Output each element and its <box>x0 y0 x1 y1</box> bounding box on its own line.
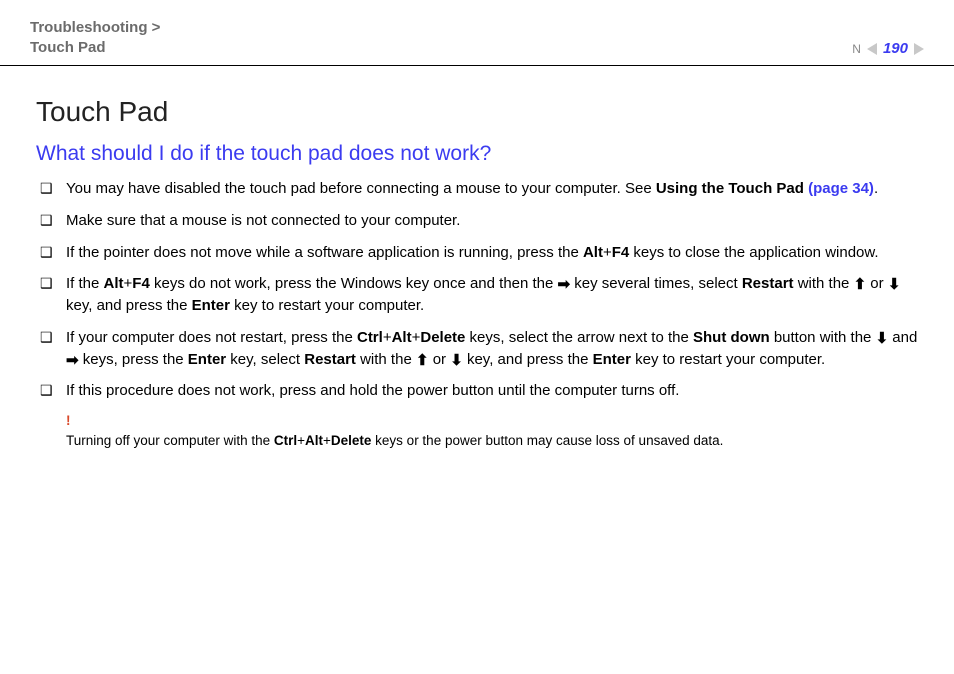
text: If the <box>66 275 104 292</box>
key-alt: Alt <box>305 433 323 448</box>
pager: N 190 <box>852 40 924 57</box>
plus: + <box>383 329 392 346</box>
key-shut-down: Shut down <box>693 329 770 346</box>
text: key several times, select <box>570 275 742 292</box>
key-f4: F4 <box>612 244 630 261</box>
arrow-down-icon: ⬇ <box>450 353 463 368</box>
text: Turning off your computer with the <box>66 433 274 448</box>
text: If this procedure does not work, press a… <box>66 382 679 399</box>
list-item: Make sure that a mouse is not connected … <box>36 210 918 232</box>
key-alt: Alt <box>392 329 412 346</box>
prev-page-icon[interactable] <box>867 43 877 55</box>
key-delete: Delete <box>331 433 372 448</box>
key-delete: Delete <box>420 329 465 346</box>
text: key to restart your computer. <box>631 351 825 368</box>
key-restart: Restart <box>742 275 794 292</box>
plus: + <box>603 244 612 261</box>
warning-note: ! Turning off your computer with the Ctr… <box>36 412 918 451</box>
plus: + <box>297 433 305 448</box>
text: button with the <box>770 329 876 346</box>
plus: + <box>124 275 133 292</box>
warning-icon: ! <box>66 412 918 431</box>
text: with the <box>794 275 854 292</box>
list-item: You may have disabled the touch pad befo… <box>36 178 918 200</box>
document-page: Troubleshooting > Touch Pad N 190 Touch … <box>0 0 954 674</box>
text: or <box>866 275 888 292</box>
key-restart: Restart <box>304 351 356 368</box>
text: If the pointer does not move while a sof… <box>66 244 583 261</box>
next-page-icon[interactable] <box>914 43 924 55</box>
key-alt: Alt <box>104 275 124 292</box>
key-ctrl: Ctrl <box>274 433 297 448</box>
key-enter: Enter <box>188 351 226 368</box>
text: keys to close the application window. <box>629 244 878 261</box>
key-enter: Enter <box>192 297 230 314</box>
text: key, and press the <box>463 351 593 368</box>
breadcrumb-line1: Troubleshooting > <box>30 19 160 36</box>
breadcrumb: Troubleshooting > Touch Pad <box>30 18 160 57</box>
key-enter: Enter <box>593 351 631 368</box>
arrow-down-icon: ⬇ <box>888 277 901 292</box>
text: key, select <box>226 351 304 368</box>
list-item: If your computer does not restart, press… <box>36 327 918 371</box>
list-item: If the Alt+F4 keys do not work, press th… <box>36 273 918 317</box>
text: key to restart your computer. <box>230 297 424 314</box>
n-indicator: N <box>852 42 861 56</box>
arrow-up-icon: ⬆ <box>416 353 429 368</box>
list-item: If this procedure does not work, press a… <box>36 380 918 402</box>
page-number: 190 <box>883 40 908 57</box>
arrow-up-icon: ⬆ <box>854 277 867 292</box>
list-item: If the pointer does not move while a sof… <box>36 242 918 264</box>
text: or <box>429 351 451 368</box>
text: key, and press the <box>66 297 192 314</box>
text: You may have disabled the touch pad befo… <box>66 180 656 197</box>
key-ctrl: Ctrl <box>357 329 383 346</box>
text: and <box>888 329 917 346</box>
page-link[interactable]: (page 34) <box>808 180 874 197</box>
text: keys, press the <box>79 351 188 368</box>
arrow-down-icon: ⬇ <box>876 331 889 346</box>
page-header: Troubleshooting > Touch Pad N 190 <box>0 0 954 66</box>
troubleshoot-list: You may have disabled the touch pad befo… <box>36 178 918 402</box>
bold-text: Using the Touch Pad <box>656 180 808 197</box>
text: If your computer does not restart, press… <box>66 329 357 346</box>
text: keys do not work, press the Windows key … <box>150 275 558 292</box>
plus: + <box>323 433 331 448</box>
page-title: Touch Pad <box>36 96 918 128</box>
arrow-right-icon: ➡ <box>66 353 79 368</box>
text: . <box>874 180 878 197</box>
breadcrumb-line2: Touch Pad <box>30 39 106 56</box>
text: keys or the power button may cause loss … <box>371 433 723 448</box>
text: with the <box>356 351 416 368</box>
content: Touch Pad What should I do if the touch … <box>0 66 954 451</box>
text: Make sure that a mouse is not connected … <box>66 212 460 229</box>
key-f4: F4 <box>132 275 150 292</box>
section-heading: What should I do if the touch pad does n… <box>36 142 918 166</box>
text: keys, select the arrow next to the <box>465 329 693 346</box>
key-alt: Alt <box>583 244 603 261</box>
arrow-right-icon: ➡ <box>558 277 571 292</box>
